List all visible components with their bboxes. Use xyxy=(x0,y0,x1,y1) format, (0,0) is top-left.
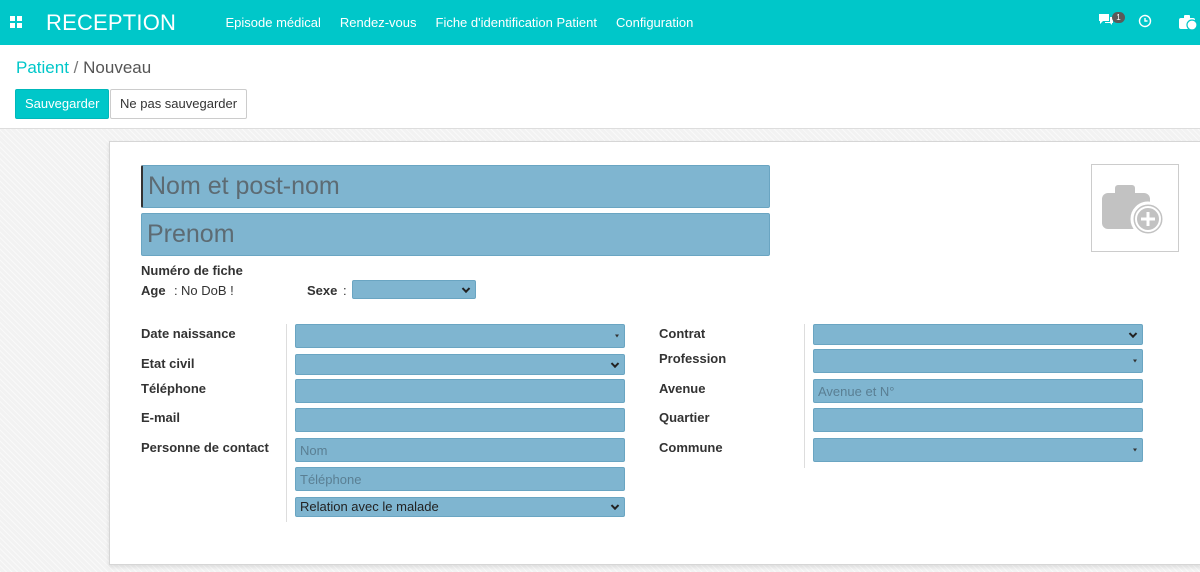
menu-item-rendez-vous[interactable]: Rendez-vous xyxy=(330,0,426,45)
district-input[interactable] xyxy=(813,408,1143,432)
contact-name-input[interactable] xyxy=(295,438,625,462)
caret-down-icon xyxy=(615,334,619,338)
avenue-input[interactable] xyxy=(813,379,1143,403)
chevron-down-icon xyxy=(461,284,471,293)
sex-separator: : xyxy=(343,283,347,298)
firstname-input[interactable] xyxy=(141,213,770,256)
discard-button[interactable]: Ne pas sauvegarder xyxy=(110,89,248,119)
menu-item-configuration[interactable]: Configuration xyxy=(606,0,702,45)
district-label: Quartier xyxy=(659,410,710,425)
form-sheet: Numéro de fiche Age : No DoB ! Sexe : Da… xyxy=(109,141,1200,565)
file-number-label: Numéro de fiche xyxy=(141,263,243,278)
breadcrumb-current: Nouveau xyxy=(83,58,152,77)
contact-relation-select[interactable]: Relation avec le malade xyxy=(295,497,625,517)
age-label: Age xyxy=(141,283,166,298)
email-input[interactable] xyxy=(295,408,625,432)
contract-select[interactable] xyxy=(813,324,1143,345)
patient-photo-upload[interactable] xyxy=(1091,164,1179,252)
avenue-label: Avenue xyxy=(659,381,706,396)
save-button[interactable]: Sauvegarder xyxy=(15,89,110,119)
menu-item-episode-medical[interactable]: Episode médical xyxy=(216,0,330,45)
phone-label: Téléphone xyxy=(141,381,207,396)
apps-icon[interactable] xyxy=(10,16,22,28)
top-navbar: RECEPTION Episode médical Rendez-vous Fi… xyxy=(0,0,1200,45)
control-panel: Patient / Nouveau Sauvegarder Ne pas sau… xyxy=(0,45,1200,129)
chevron-down-icon xyxy=(1128,329,1138,338)
age-value: No DoB ! xyxy=(181,283,234,298)
sex-label: Sexe xyxy=(307,283,338,298)
chevron-down-icon xyxy=(610,359,620,368)
chevron-down-icon xyxy=(610,501,620,511)
phone-input[interactable] xyxy=(295,379,625,403)
breadcrumb-separator: / xyxy=(73,58,79,77)
civil-status-label: Etat civil xyxy=(141,356,195,371)
contact-phone-input[interactable] xyxy=(295,467,625,491)
contact-relation-value: Relation avec le malade xyxy=(300,499,439,514)
right-group-separator xyxy=(804,324,805,468)
messages-badge: 1 xyxy=(1112,12,1125,23)
form-view-background: Numéro de fiche Age : No DoB ! Sexe : Da… xyxy=(0,129,1200,572)
civil-status-select[interactable] xyxy=(295,354,625,375)
profession-field[interactable] xyxy=(813,349,1143,373)
profession-label: Profession xyxy=(659,351,727,366)
sex-select[interactable] xyxy=(352,280,476,299)
caret-down-icon xyxy=(1133,359,1137,363)
menu-item-fiche-identification[interactable]: Fiche d'identification Patient xyxy=(426,0,606,45)
name-input[interactable] xyxy=(141,165,770,208)
commune-label: Commune xyxy=(659,440,723,455)
birth-date-field[interactable] xyxy=(295,324,625,348)
breadcrumb: Patient / Nouveau xyxy=(16,58,151,78)
caret-down-icon xyxy=(1133,448,1137,452)
left-group-separator xyxy=(286,324,287,522)
camera-add-icon xyxy=(1102,185,1166,237)
app-title: RECEPTION xyxy=(46,10,177,35)
birth-date-label: Date naissance xyxy=(141,326,236,341)
clock-icon[interactable] xyxy=(1138,14,1152,28)
breadcrumb-patient-link[interactable]: Patient xyxy=(16,58,69,77)
camera-icon[interactable] xyxy=(1178,13,1200,31)
age-separator: : xyxy=(174,283,178,298)
commune-field[interactable] xyxy=(813,438,1143,462)
email-label: E-mail xyxy=(141,410,181,425)
contact-person-label: Personne de contact xyxy=(141,440,269,455)
main-menu: Episode médical Rendez-vous Fiche d'iden… xyxy=(216,0,703,45)
contract-label: Contrat xyxy=(659,326,706,341)
